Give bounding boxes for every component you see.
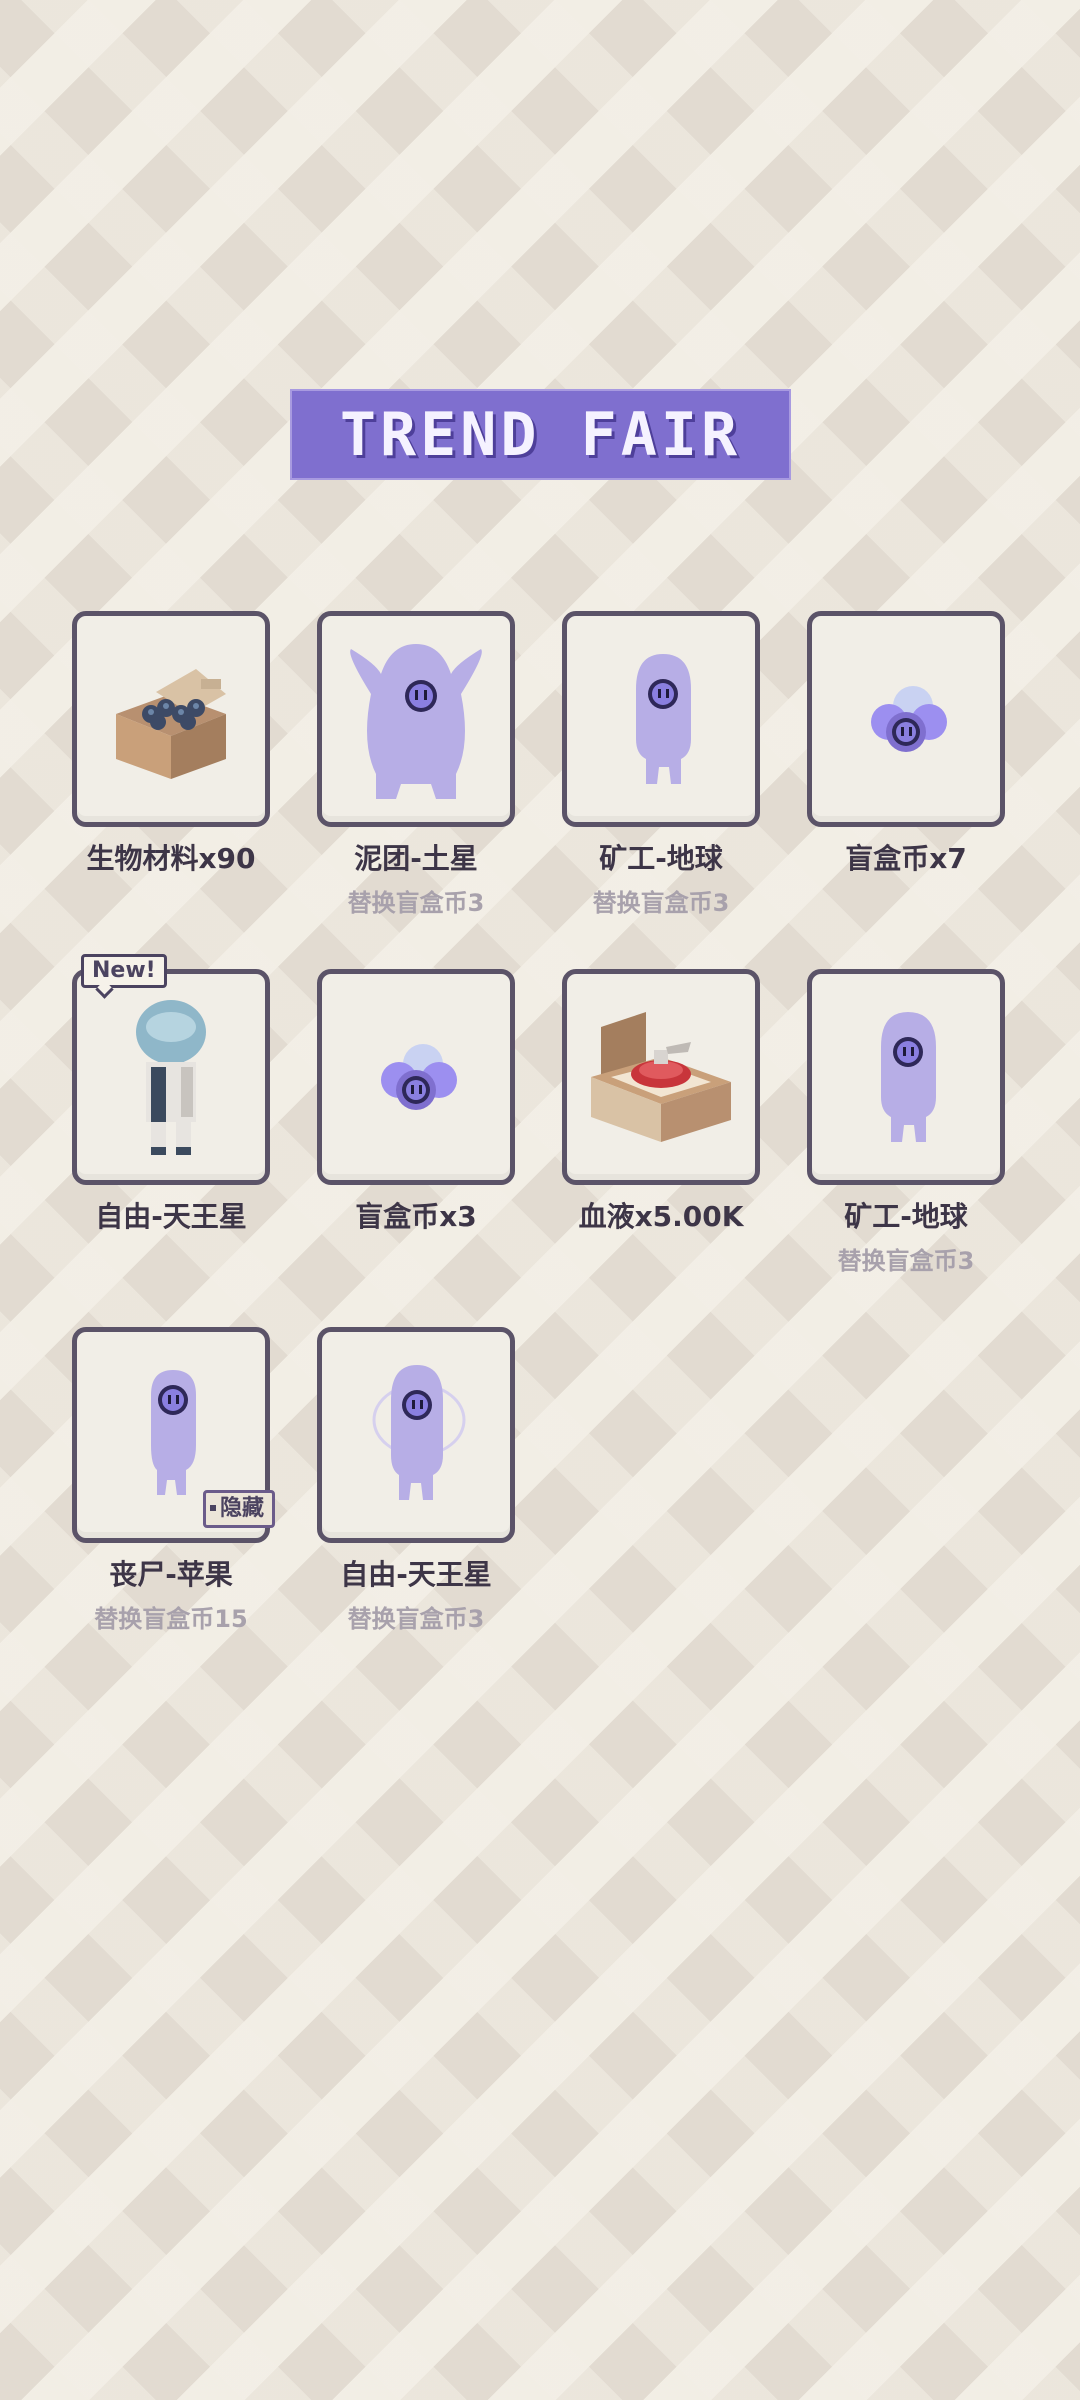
reward-replace-note: 替换盲盒币3 xyxy=(347,1605,485,1633)
reward-card[interactable] xyxy=(562,969,760,1185)
reward-grid: 生物材料x90 泥团-土星 替换盲盒币3 矿工-地球 替换盲盒币3 盲盒币x7 … xyxy=(72,611,1008,1685)
ghost-silhouette-icon xyxy=(372,1365,466,1500)
reward-replace-note: 替换盲盒币3 xyxy=(592,889,730,917)
reward-name: 盲盒币x3 xyxy=(355,1200,477,1233)
reward-item[interactable]: New! 自由-天王星 xyxy=(72,954,270,1327)
reward-item[interactable]: 自由-天王星 替换盲盒币3 xyxy=(317,1327,515,1685)
reward-card[interactable] xyxy=(317,611,515,827)
reward-name: 自由-天王星 xyxy=(95,1200,247,1233)
reward-card[interactable] xyxy=(72,611,270,827)
reward-replace-note: 替换盲盒币3 xyxy=(837,1247,975,1275)
reward-item[interactable]: 矿工-地球 替换盲盒币3 xyxy=(807,969,1005,1327)
reward-name: 自由-天王星 xyxy=(340,1558,492,1591)
reward-card[interactable] xyxy=(562,611,760,827)
reward-card[interactable] xyxy=(807,611,1005,827)
reward-name: 泥团-土星 xyxy=(354,842,478,875)
reward-card[interactable] xyxy=(317,969,515,1185)
blindbox-coin-icon xyxy=(871,686,947,752)
reward-item[interactable]: 矿工-地球 替换盲盒币3 xyxy=(562,611,760,969)
ghost-silhouette-icon xyxy=(636,654,691,784)
page-title: TREND FAIR xyxy=(339,399,742,470)
blood-box-icon xyxy=(591,1012,731,1142)
reward-replace-note: 替换盲盒币3 xyxy=(347,889,485,917)
reward-name: 矿工-地球 xyxy=(844,1200,968,1233)
reward-item[interactable]: 盲盒币x7 xyxy=(807,611,1005,969)
reward-name: 矿工-地球 xyxy=(599,842,723,875)
ghost-silhouette-icon xyxy=(350,644,482,799)
blindbox-coin-icon xyxy=(381,1044,457,1110)
reward-item[interactable]: 血液x5.00K xyxy=(562,969,760,1327)
new-badge: New! xyxy=(81,954,167,988)
reward-name: 血液x5.00K xyxy=(578,1200,744,1233)
reward-name: 丧尸-苹果 xyxy=(109,1558,233,1591)
material-box-icon xyxy=(116,669,226,779)
reward-name: 盲盒币x7 xyxy=(845,842,967,875)
title-banner: TREND FAIR xyxy=(290,389,791,480)
reward-card[interactable]: 隐藏 xyxy=(72,1327,275,1543)
reward-item[interactable]: 隐藏 丧尸-苹果 替换盲盒币15 xyxy=(72,1327,275,1685)
reward-item[interactable]: 盲盒币x3 xyxy=(317,969,515,1327)
reward-replace-note: 替换盲盒币15 xyxy=(94,1605,248,1633)
reward-name: 生物材料x90 xyxy=(86,842,256,875)
ghost-silhouette-icon xyxy=(881,1012,936,1142)
reward-card[interactable] xyxy=(807,969,1005,1185)
hidden-tag: 隐藏 xyxy=(202,1490,275,1528)
astronaut-character-icon xyxy=(136,1000,206,1155)
reward-card[interactable] xyxy=(317,1327,515,1543)
reward-item[interactable]: 生物材料x90 xyxy=(72,611,270,969)
reward-card[interactable]: New! xyxy=(72,954,270,1185)
reward-item[interactable]: 泥团-土星 替换盲盒币3 xyxy=(317,611,515,969)
